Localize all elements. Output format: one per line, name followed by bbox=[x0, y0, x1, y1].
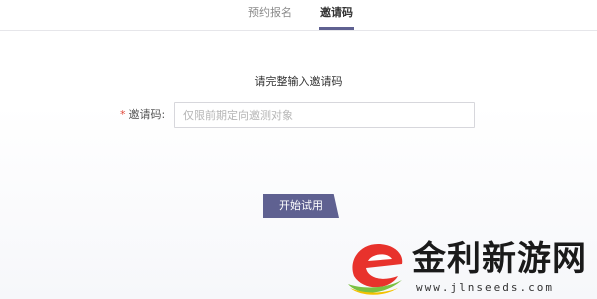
invite-prompt: 请完整输入邀请码 bbox=[254, 75, 343, 88]
watermark-title: 金利新游网 bbox=[412, 239, 587, 279]
tab-reservation[interactable]: 预约报名 bbox=[248, 6, 292, 20]
watermark-url: www.jlnseeds.com bbox=[416, 281, 554, 294]
site-watermark: 金利新游网 www.jlnseeds.com bbox=[342, 234, 597, 299]
start-trial-button[interactable]: 开始试用 bbox=[263, 194, 339, 218]
tab-invite-code[interactable]: 邀请码 bbox=[320, 6, 353, 20]
tab-bar: 预约报名 邀请码 bbox=[0, 0, 597, 31]
active-tab-indicator bbox=[319, 27, 354, 30]
invite-code-input[interactable] bbox=[174, 102, 475, 128]
required-mark: * bbox=[120, 108, 126, 121]
invite-code-label-text: 邀请码: bbox=[128, 108, 166, 121]
e-logo-icon bbox=[348, 244, 403, 295]
invite-code-label: * 邀请码: bbox=[120, 108, 165, 122]
